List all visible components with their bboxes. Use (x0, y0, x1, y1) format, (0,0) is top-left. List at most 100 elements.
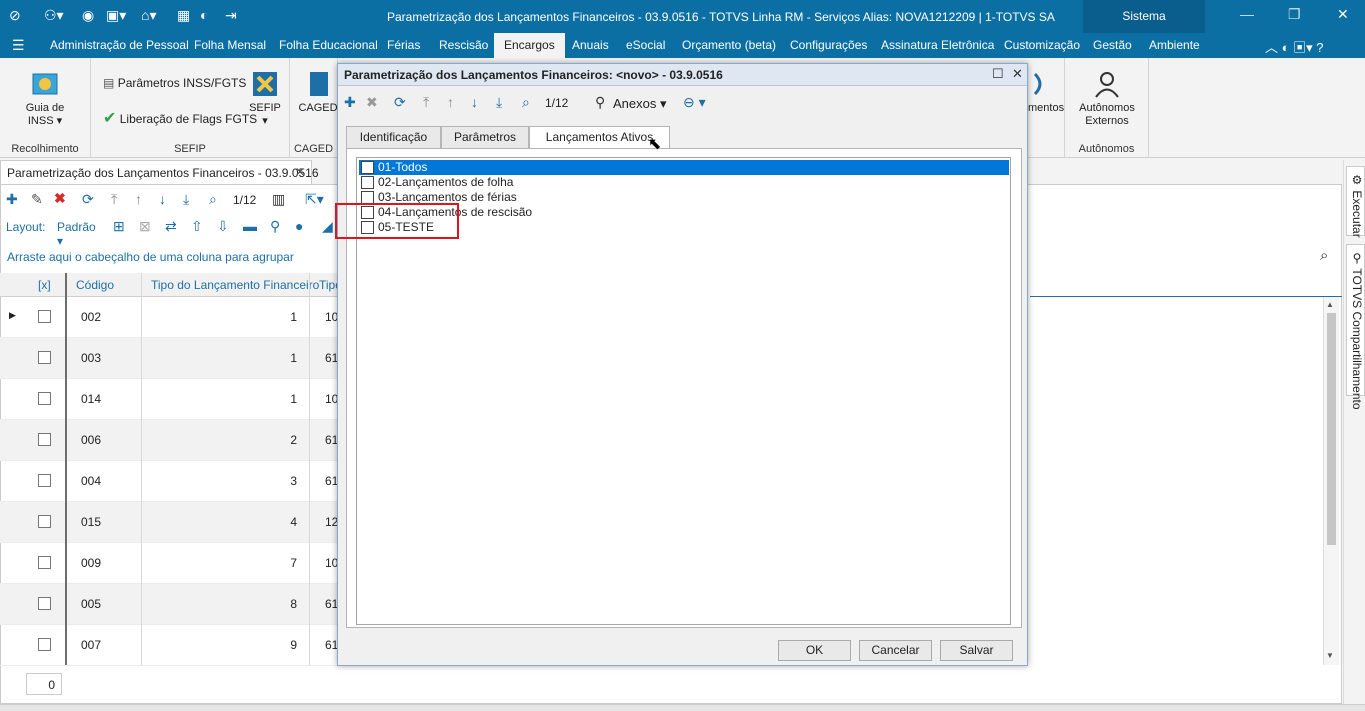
caged-button[interactable]: CAGED (298, 70, 338, 115)
window-icon[interactable]: ▣▾ (106, 7, 126, 24)
attachment-icon[interactable]: ⚲ (595, 94, 605, 111)
eye-icon[interactable]: ◉ (82, 7, 94, 24)
tab-identificacao[interactable]: Identificação (346, 126, 441, 148)
row-checkbox[interactable] (38, 351, 51, 364)
scroll-up-icon[interactable]: ▲ (1326, 300, 1334, 309)
grid-search-icon[interactable]: ⌕ (1320, 247, 1328, 264)
prev-icon[interactable]: ↑ (447, 94, 454, 110)
minimize-button[interactable]: — (1240, 6, 1254, 22)
save-button[interactable]: Salvar (940, 640, 1013, 661)
scroll-thumb[interactable] (1327, 313, 1336, 545)
menu-rescisao[interactable]: Rescisão (439, 33, 488, 58)
delete-icon[interactable]: ✖ (54, 190, 66, 207)
options-icon[interactable]: ⊖ ▾ (683, 94, 706, 111)
menu-configuracoes[interactable]: Configurações (790, 33, 867, 58)
row-checkbox[interactable] (38, 515, 51, 528)
help-icon[interactable]: ◐ (200, 7, 208, 23)
list-item-checkbox[interactable] (361, 161, 374, 174)
columns-icon[interactable]: ▥ (272, 191, 285, 208)
menu-ferias[interactable]: Férias (387, 33, 420, 58)
parametros-inss-button[interactable]: ▤ Parâmetros INSS/FGTS (103, 76, 246, 90)
totvs-share-tab[interactable]: ⚲ TOTVS Compartilhamento (1346, 244, 1365, 410)
next-icon[interactable]: ↓ (159, 191, 166, 207)
layout-select[interactable]: Padrão ▾ (57, 220, 96, 248)
list-item[interactable]: 01-Todos (359, 160, 1009, 175)
edit-icon[interactable]: ✎ (31, 191, 43, 208)
layout-swap-icon[interactable]: ⇄ (165, 218, 177, 235)
add-icon[interactable]: ✚ (6, 191, 18, 208)
add-icon[interactable]: ✚ (344, 94, 356, 111)
last-icon[interactable]: ⤓ (183, 191, 189, 208)
row-checkbox[interactable] (38, 556, 51, 569)
row-checkbox[interactable] (38, 597, 51, 610)
table-row[interactable]: ▶ 002 1 10 (0, 297, 338, 338)
document-tab[interactable]: Parametrização dos Lançamentos Financeir… (0, 160, 319, 184)
autonomos-externos-button[interactable]: Autônomos Externos (1073, 70, 1141, 128)
row-checkbox[interactable] (38, 433, 51, 446)
row-checkbox[interactable] (38, 474, 51, 487)
chart-icon[interactable]: ◢ (322, 218, 333, 235)
layout-down-icon[interactable]: ⇩ (217, 218, 229, 235)
prev-icon[interactable]: ↑ (135, 191, 142, 207)
menu-administracao[interactable]: Administração de Pessoal (50, 33, 189, 58)
table-row[interactable]: 005 8 61 (0, 584, 338, 625)
search-icon[interactable]: ⌕ (209, 191, 217, 208)
home-icon[interactable]: ⌂▾ (141, 7, 156, 24)
exit-icon[interactable]: ⇥ (225, 7, 237, 24)
executar-tab[interactable]: ⚙ Executar (1346, 166, 1365, 238)
list-item-checkbox[interactable] (361, 176, 374, 189)
table-row[interactable]: 006 2 61 (0, 420, 338, 461)
export-icon[interactable]: ⇱▾ (305, 191, 324, 208)
search-icon[interactable]: ⌕ (522, 94, 530, 111)
header-check[interactable]: [x] (38, 278, 51, 292)
scroll-down-icon[interactable]: ▼ (1326, 651, 1334, 660)
mentos-button[interactable]: mentos (1028, 70, 1064, 115)
layout-add-icon[interactable]: ⊞ (113, 218, 125, 235)
table-row[interactable]: 014 1 10 (0, 379, 338, 420)
close-window-button[interactable]: ✕ (1337, 6, 1349, 23)
app-logo-icon[interactable]: ⊘ (9, 7, 21, 24)
restore-button[interactable]: ❐ (1288, 6, 1301, 23)
liberacao-flags-button[interactable]: ✔ Liberação de Flags FGTS (103, 108, 257, 128)
menu-orcamento[interactable]: Orçamento (beta) (682, 33, 776, 58)
pin-icon[interactable]: ⚲ (270, 218, 280, 235)
close-doc-tab-icon[interactable]: ✕ (295, 165, 305, 179)
menu-assinatura[interactable]: Assinatura Eletrônica (881, 33, 994, 58)
refresh-icon[interactable]: ⟳ (82, 191, 94, 208)
anexos-button[interactable]: Anexos ▾ (613, 96, 667, 112)
table-row[interactable]: 003 1 61 (0, 338, 338, 379)
tab-parametros[interactable]: Parâmetros (441, 126, 529, 148)
menu-right-icons[interactable]: ︿ ◐ ▣▾ ? (1265, 37, 1323, 56)
layout-up-icon[interactable]: ⇧ (191, 218, 203, 235)
cancel-button[interactable]: Cancelar (859, 640, 932, 661)
layout-remove-icon[interactable]: ⊠ (139, 218, 151, 235)
menu-esocial[interactable]: eSocial (626, 33, 665, 58)
table-row[interactable]: 015 4 12 (0, 502, 338, 543)
close-dialog-icon[interactable]: ✕ (1012, 66, 1023, 82)
user-icon[interactable]: ⚇▾ (44, 7, 64, 24)
table-row[interactable]: 004 3 61 (0, 461, 338, 502)
menu-folha-educacional[interactable]: Folha Educacional (279, 33, 378, 58)
vertical-scrollbar[interactable]: ▲ ▼ (1323, 297, 1339, 665)
header-codigo[interactable]: Código (76, 278, 114, 292)
menu-customizacao[interactable]: Customização (1004, 33, 1080, 58)
guia-inss-button[interactable]: Guia de INSS ▾ (14, 70, 76, 128)
next-icon[interactable]: ↓ (471, 94, 478, 110)
menu-gestao[interactable]: Gestão (1093, 33, 1132, 58)
first-icon[interactable]: ⤒ (111, 191, 117, 208)
sistema-tab[interactable]: Sistema (1083, 0, 1205, 33)
last-icon[interactable]: ⤓ (496, 94, 502, 111)
ok-button[interactable]: OK (778, 640, 851, 661)
menu-ambiente[interactable]: Ambiente (1149, 33, 1200, 58)
row-checkbox[interactable] (38, 638, 51, 651)
menu-anuais[interactable]: Anuais (572, 33, 609, 58)
table-row[interactable]: 007 9 61 (0, 625, 338, 666)
table-row[interactable]: 009 7 10 (0, 543, 338, 584)
calculator-icon[interactable]: ▦ (177, 7, 190, 24)
delete-icon[interactable]: ✖ (366, 94, 378, 111)
header-tipo[interactable]: Tipo do Lançamento Financeiro (151, 278, 319, 292)
shapes-icon[interactable]: ● (295, 218, 303, 234)
paint-icon[interactable]: ▬ (243, 218, 257, 234)
list-item[interactable]: 02-Lançamentos de folha (359, 175, 1009, 190)
first-icon[interactable]: ⤒ (423, 94, 429, 111)
